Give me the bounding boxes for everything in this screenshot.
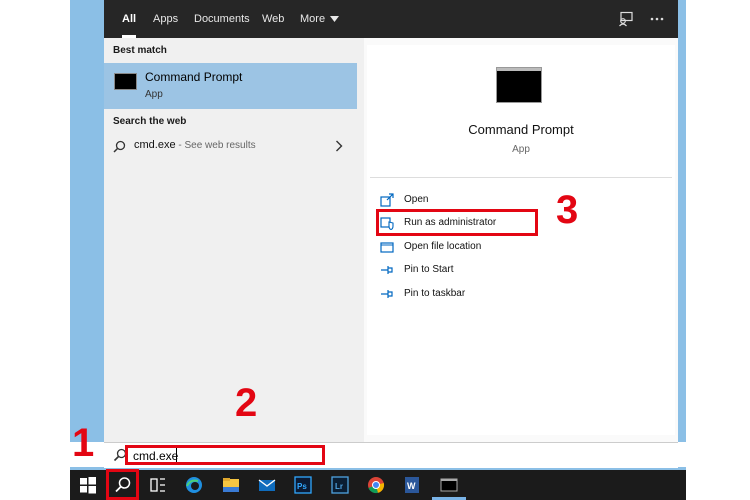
desktop-background-right — [678, 0, 686, 442]
tab-all[interactable]: All — [122, 0, 137, 38]
action-pin-to-start-label: Pin to Start — [404, 264, 454, 275]
tab-documents[interactable]: Documents — [194, 0, 250, 38]
mail-icon[interactable] — [257, 475, 277, 495]
preview-title: Command Prompt — [468, 122, 574, 137]
annotation-box-search — [125, 445, 325, 465]
desktop-background-left — [70, 0, 104, 442]
preview-pane: Command Prompt App Open Run as administr… — [364, 38, 678, 442]
command-prompt-icon — [114, 73, 137, 90]
annotation-box-run-as-admin — [376, 209, 538, 236]
annotation-step-2: 2 — [235, 381, 258, 425]
svg-text:Ps: Ps — [297, 482, 307, 491]
feedback-icon[interactable] — [618, 11, 634, 27]
annotation-step-1: 1 — [72, 421, 95, 465]
taskbar: Ps Lr W — [70, 470, 686, 500]
web-result-item[interactable]: cmd.exe - See web results — [104, 135, 357, 157]
web-result-suffix: - See web results — [175, 140, 256, 151]
command-prompt-icon[interactable] — [439, 475, 459, 495]
action-open-label: Open — [404, 194, 429, 205]
action-open-file-location-label: Open file location — [404, 241, 482, 252]
lightroom-icon[interactable]: Lr — [330, 475, 350, 495]
word-icon[interactable]: W — [402, 475, 422, 495]
divider — [370, 177, 672, 178]
more-options-icon[interactable] — [650, 17, 664, 21]
action-open-file-location[interactable]: Open file location — [380, 238, 660, 256]
chevron-down-icon — [330, 16, 340, 23]
pin-icon — [381, 290, 393, 298]
folder-icon — [380, 242, 394, 253]
action-open[interactable]: Open — [380, 191, 660, 209]
task-view-icon[interactable] — [148, 475, 168, 495]
chrome-icon[interactable] — [366, 475, 386, 495]
best-match-item[interactable]: Command Prompt App — [104, 63, 357, 109]
edge-icon[interactable] — [184, 475, 204, 495]
annotation-step-3: 3 — [556, 188, 579, 232]
preview-subtitle: App — [512, 144, 530, 155]
tab-more-label: More — [300, 13, 326, 25]
preview-card: Command Prompt App Open Run as administr… — [367, 45, 675, 435]
tab-more[interactable]: More — [300, 0, 340, 38]
annotation-box-start-search — [106, 469, 139, 500]
action-pin-to-taskbar[interactable]: Pin to taskbar — [380, 285, 660, 303]
file-explorer-icon[interactable] — [221, 475, 241, 495]
search-icon — [113, 140, 126, 153]
command-prompt-large-icon — [496, 67, 542, 103]
best-match-subtitle: App — [145, 89, 163, 100]
svg-text:W: W — [407, 481, 416, 491]
tab-web[interactable]: Web — [262, 0, 284, 38]
chevron-right-icon[interactable] — [335, 140, 343, 152]
svg-text:Lr: Lr — [335, 482, 343, 491]
web-result-query: cmd.exe — [134, 139, 176, 151]
windows-logo-icon[interactable] — [78, 475, 98, 495]
action-pin-to-start[interactable]: Pin to Start — [380, 261, 660, 279]
results-list: Best match Command Prompt App Search the… — [104, 38, 364, 442]
web-result-text: cmd.exe - See web results — [134, 139, 256, 151]
tab-apps[interactable]: Apps — [153, 0, 178, 38]
action-pin-to-taskbar-label: Pin to taskbar — [404, 288, 466, 299]
open-icon — [380, 193, 394, 207]
best-match-heading: Best match — [113, 45, 167, 56]
photoshop-icon[interactable]: Ps — [293, 475, 313, 495]
search-filter-bar: All Apps Documents Web More — [104, 0, 678, 38]
pin-icon — [381, 266, 393, 274]
search-web-heading: Search the web — [113, 116, 187, 127]
best-match-title: Command Prompt — [145, 70, 243, 84]
